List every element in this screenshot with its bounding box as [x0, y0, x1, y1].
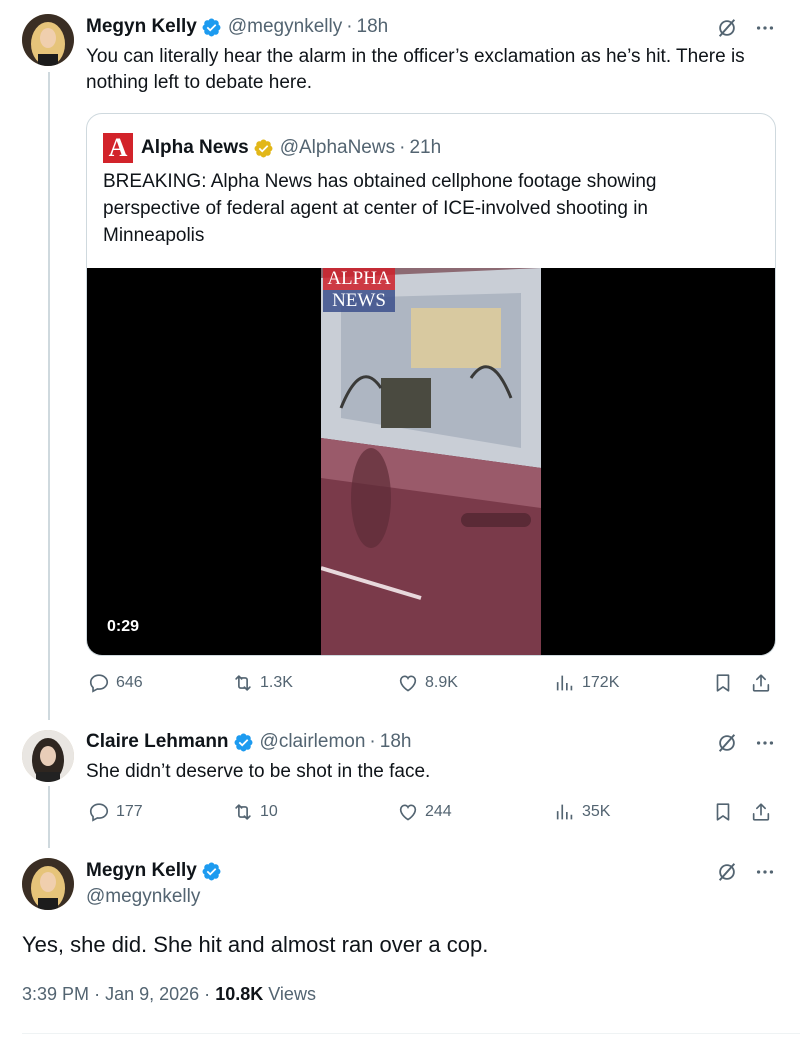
author-name-row: Megyn Kelly — [86, 860, 228, 882]
timestamp[interactable]: 18h — [357, 16, 389, 38]
author-handle[interactable]: @megynkelly — [86, 886, 200, 908]
video-duration: 0:29 — [101, 615, 146, 639]
author-handle-row: @megynkelly — [86, 886, 200, 908]
separator: · — [204, 984, 211, 1004]
quote-author-name[interactable]: Alpha News — [141, 137, 249, 159]
verified-badge-icon — [201, 861, 222, 882]
separator: · — [369, 731, 376, 752]
like-icon — [397, 801, 419, 823]
like-icon — [397, 672, 419, 694]
views-icon — [554, 801, 576, 823]
divider — [22, 1033, 800, 1034]
repost-button[interactable]: 1.3K — [232, 672, 293, 694]
author-name[interactable]: Claire Lehmann — [86, 731, 229, 753]
views-count: 172K — [582, 674, 620, 691]
quote-timestamp[interactable]: 21h — [409, 137, 441, 159]
grok-icon[interactable] — [716, 17, 738, 39]
avatar[interactable] — [22, 730, 74, 782]
avatar[interactable] — [22, 14, 74, 66]
repost-count: 1.3K — [260, 674, 293, 691]
like-button[interactable]: 8.9K — [397, 672, 458, 694]
post-date[interactable]: Jan 9, 2026 — [105, 984, 199, 1004]
video-player[interactable]: ALPHA NEWS 0:29 — [87, 268, 775, 655]
views-button[interactable]: 172K — [554, 672, 619, 694]
reply-count: 177 — [116, 803, 143, 820]
reply-button[interactable]: 177 — [88, 801, 143, 823]
repost-icon — [232, 801, 254, 823]
action-bar: 646 1.3K 8.9K 172K — [86, 672, 776, 702]
watermark-line-2: NEWS — [323, 290, 395, 312]
share-icon — [750, 672, 772, 694]
tweet-tools — [716, 861, 776, 883]
post-time[interactable]: 3:39 PM — [22, 984, 89, 1004]
repost-count: 10 — [260, 803, 278, 820]
like-button[interactable]: 244 — [397, 801, 452, 823]
tweet-text: Yes, she did. She hit and almost ran ove… — [22, 932, 489, 957]
quote-author-handle[interactable]: @AlphaNews — [280, 137, 395, 159]
tweet-tools — [716, 17, 776, 39]
separator: · — [346, 16, 353, 37]
share-button[interactable] — [750, 672, 772, 694]
avatar[interactable] — [22, 858, 74, 910]
like-count: 244 — [425, 803, 452, 820]
quoted-tweet[interactable]: A Alpha News @AlphaNews · 21h BREAKING: … — [86, 113, 776, 656]
separator: · — [94, 984, 101, 1004]
tweet-header: Megyn Kelly @megynkelly · 18h — [86, 16, 388, 38]
bookmark-icon — [712, 672, 734, 694]
timestamp[interactable]: 18h — [380, 731, 412, 753]
repost-icon — [232, 672, 254, 694]
views-label: Views — [268, 984, 316, 1004]
bookmark-icon — [712, 801, 734, 823]
share-icon — [750, 801, 772, 823]
grok-icon[interactable] — [716, 732, 738, 754]
author-name[interactable]: Megyn Kelly — [86, 860, 197, 882]
author-name[interactable]: Megyn Kelly — [86, 16, 197, 38]
tweet-header: Claire Lehmann @clairlemon · 18h — [86, 731, 411, 753]
tweet-tools — [716, 732, 776, 754]
like-count: 8.9K — [425, 674, 458, 691]
author-handle[interactable]: @clairlemon — [260, 731, 366, 753]
more-icon[interactable] — [754, 732, 776, 754]
bookmark-button[interactable] — [712, 672, 734, 694]
more-icon[interactable] — [754, 861, 776, 883]
reply-button[interactable]: 646 — [88, 672, 143, 694]
reply-icon — [88, 801, 110, 823]
grok-icon[interactable] — [716, 861, 738, 883]
thread-line — [48, 72, 50, 720]
alpha-news-logo[interactable]: A — [103, 133, 133, 163]
repost-button[interactable]: 10 — [232, 801, 278, 823]
views-icon — [554, 672, 576, 694]
video-watermark: ALPHA NEWS — [323, 268, 395, 312]
bookmark-button[interactable] — [712, 801, 734, 823]
reply-icon — [88, 672, 110, 694]
quote-text: BREAKING: Alpha News has obtained cellph… — [103, 171, 657, 246]
video-frame: ALPHA NEWS — [321, 268, 541, 655]
author-handle[interactable]: @megynkelly — [228, 16, 342, 38]
views-button[interactable]: 35K — [554, 801, 610, 823]
verified-badge-icon — [253, 138, 274, 159]
reply-count: 646 — [116, 674, 143, 691]
views-count: 35K — [582, 803, 611, 820]
tweet-meta: 3:39 PM · Jan 9, 2026 · 10.8K Views — [22, 984, 316, 1005]
share-button[interactable] — [750, 801, 772, 823]
thread-line — [48, 786, 50, 848]
verified-badge-icon — [201, 17, 222, 38]
verified-badge-icon — [233, 732, 254, 753]
tweet-text: She didn’t deserve to be shot in the fac… — [86, 761, 431, 782]
tweet-text: You can literally hear the alarm in the … — [86, 46, 745, 93]
watermark-line-1: ALPHA — [323, 268, 395, 290]
separator: · — [399, 137, 406, 158]
quote-header: A Alpha News @AlphaNews · 21h — [103, 133, 441, 163]
action-bar: 177 10 244 35K — [86, 801, 776, 831]
views-total: 10.8K — [215, 984, 264, 1004]
more-icon[interactable] — [754, 17, 776, 39]
